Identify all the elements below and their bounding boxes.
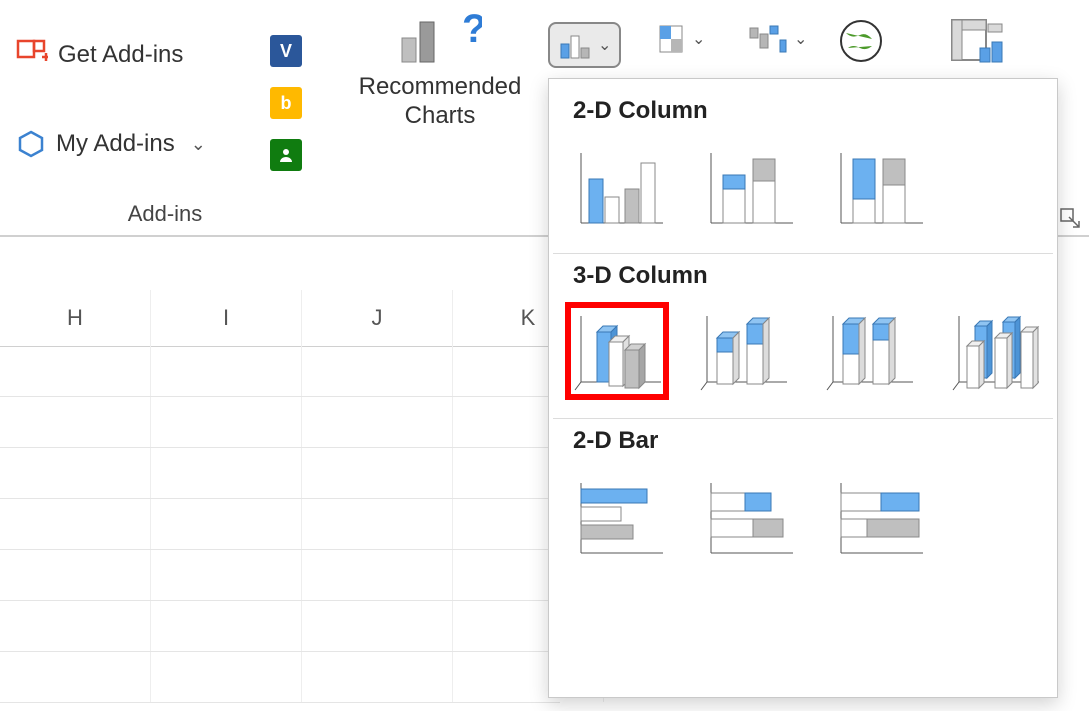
svg-text:?: ? xyxy=(462,10,482,51)
chart-row-3d-column xyxy=(549,300,1057,414)
my-addins-label: My Add-ins xyxy=(56,130,175,158)
grid-row[interactable] xyxy=(0,397,560,448)
section-title-2d-bar: 2-D Bar xyxy=(549,423,1057,465)
separator xyxy=(553,253,1053,254)
grid-row[interactable] xyxy=(0,346,560,397)
store-icon xyxy=(16,39,48,71)
chevron-down-icon: ⌄ xyxy=(598,35,611,55)
chevron-down-icon: ⌄ xyxy=(794,29,807,49)
my-addins-button[interactable]: My Add-ins ⌄ xyxy=(10,125,212,163)
recommended-charts-button[interactable]: ? Recommended Charts xyxy=(350,10,530,131)
insert-pivotchart-button[interactable] xyxy=(950,18,1004,64)
recommended-charts-icon: ? xyxy=(350,10,530,65)
pivotchart-icon xyxy=(950,18,1004,64)
column-headers-row: H I J K xyxy=(0,290,560,347)
insert-hierarchy-chart-button[interactable]: ⌄ xyxy=(656,22,705,56)
insert-column-chart-button[interactable]: ⌄ xyxy=(548,22,621,68)
worksheet-grid[interactable]: H I J K xyxy=(0,290,560,711)
stacked-column-100-3d-button[interactable] xyxy=(821,306,917,396)
column-header[interactable]: H xyxy=(0,290,151,346)
column-3d-button[interactable] xyxy=(947,306,1043,396)
chart-row-2d-bar xyxy=(549,465,1057,579)
globe-icon xyxy=(838,18,884,64)
grid-row[interactable] xyxy=(0,499,560,550)
grid-rows xyxy=(0,346,560,703)
recommended-charts-label-1: Recommended xyxy=(350,73,530,102)
clustered-column-3d-button[interactable] xyxy=(569,306,665,396)
ribbon-group-addins: Get Add-ins My Add-ins ⌄ V b Add-ins xyxy=(10,10,320,225)
get-addins-label: Get Add-ins xyxy=(58,41,183,69)
column-chart-dropdown: 2-D Column xyxy=(548,78,1058,698)
stacked-bar-100-2d-button[interactable] xyxy=(829,471,929,561)
recommended-charts-label-2: Charts xyxy=(350,102,530,131)
visio-addin-button[interactable]: V xyxy=(270,35,302,67)
stacked-column-100-2d-button[interactable] xyxy=(829,141,929,231)
clustered-column-2d-button[interactable] xyxy=(569,141,669,231)
hierarchy-chart-icon xyxy=(656,22,686,56)
hexagon-icon xyxy=(16,129,46,159)
get-addins-button[interactable]: Get Add-ins xyxy=(10,35,189,75)
chart-row-2d-column xyxy=(549,135,1057,249)
grid-row[interactable] xyxy=(0,601,560,652)
section-title-2d-column: 2-D Column xyxy=(549,93,1057,135)
chevron-down-icon: ⌄ xyxy=(191,134,206,155)
addin-shortcut-column: V b xyxy=(270,35,302,171)
section-title-3d-column: 3-D Column xyxy=(549,258,1057,300)
insert-maps-button[interactable] xyxy=(838,18,884,64)
ribbon-group-label-addins: Add-ins xyxy=(10,201,320,227)
grid-row[interactable] xyxy=(0,448,560,499)
charts-dialog-launcher[interactable] xyxy=(1059,207,1081,229)
stacked-bar-2d-button[interactable] xyxy=(699,471,799,561)
grid-row[interactable] xyxy=(0,652,560,703)
chevron-down-icon: ⌄ xyxy=(692,29,705,49)
column-chart-icon xyxy=(558,28,592,62)
column-header[interactable]: I xyxy=(151,290,302,346)
separator xyxy=(553,418,1053,419)
stacked-column-3d-button[interactable] xyxy=(695,306,791,396)
people-graph-addin-button[interactable] xyxy=(270,139,302,171)
stacked-column-2d-button[interactable] xyxy=(699,141,799,231)
insert-waterfall-chart-button[interactable]: ⌄ xyxy=(748,22,807,56)
bing-addin-button[interactable]: b xyxy=(270,87,302,119)
clustered-bar-2d-button[interactable] xyxy=(569,471,669,561)
waterfall-chart-icon xyxy=(748,22,788,56)
column-header[interactable]: J xyxy=(302,290,453,346)
grid-row[interactable] xyxy=(0,550,560,601)
